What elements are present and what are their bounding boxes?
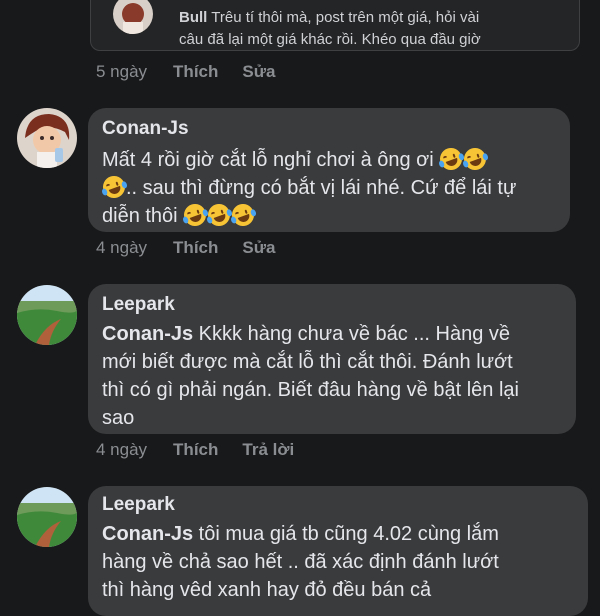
comment-leepark1-line4: sao — [102, 407, 135, 429]
like-button[interactable]: Thích — [173, 440, 218, 460]
comment-time[interactable]: 4 ngày — [96, 440, 147, 460]
quoted-avatar[interactable] — [113, 0, 153, 34]
quoted-body: Bull Trêu tí thôi mà, post trên một giá,… — [179, 7, 481, 51]
edit-button[interactable]: Sửa — [242, 238, 275, 258]
comment-author-leepark[interactable]: Leepark — [102, 294, 175, 316]
comment-conan-line2: .. sau thì đừng có bắt vị lái nhé. Cứ để… — [126, 177, 517, 199]
quoted-time[interactable]: 5 ngày — [96, 62, 147, 82]
comment-leepark1-line3: thì có gì phải ngán. Biết đâu hàng về bậ… — [102, 379, 519, 401]
rolling-laughing-emoji-icon — [461, 144, 490, 174]
reply-button[interactable]: Trả lời — [242, 440, 294, 460]
comment-bubble-leepark-1: Leepark Conan-Js Kkkk hàng chưa về bác .… — [88, 284, 576, 434]
quoted-like-button[interactable]: Thích — [173, 62, 218, 82]
quoted-text-line1: Trêu tí thôi mà, post trên một giá, hỏi … — [211, 9, 480, 26]
quoted-actions: 5 ngày Thích Sửa — [96, 62, 276, 82]
comment-conan-line1: Mất 4 rồi giờ cắt lỗ nghỉ chơi à ông ơi — [102, 149, 434, 171]
avatar-leepark[interactable] — [17, 487, 77, 547]
rolling-laughing-emoji-icon — [99, 172, 129, 202]
comment-bubble-conan: Conan-Js Mất 4 rồi giờ cắt lỗ nghỉ chơi … — [88, 108, 570, 232]
comment-author-conan[interactable]: Conan-Js — [102, 118, 189, 140]
rolling-laughing-emoji-icon — [205, 200, 234, 230]
comment-leepark2-line1: tôi mua giá tb cũng 4.02 cùng lắm — [193, 523, 499, 545]
comment-conan-line3: diễn thôi — [102, 205, 178, 227]
mention-link[interactable]: Conan-Js — [102, 323, 193, 345]
comment-bubble-leepark-2: Leepark Conan-Js tôi mua giá tb cũng 4.0… — [88, 486, 588, 616]
quoted-author[interactable]: Bull — [179, 9, 207, 26]
comment-text-leepark-1: Conan-Js Kkkk hàng chưa về bác ... Hàng … — [102, 320, 572, 432]
avatar-leepark[interactable] — [17, 285, 77, 345]
rolling-laughing-emoji-icon — [181, 200, 210, 230]
comment-text-leepark-2: Conan-Js tôi mua giá tb cũng 4.02 cùng l… — [102, 520, 582, 604]
quoted-comment: Bull Trêu tí thôi mà, post trên một giá,… — [90, 0, 580, 51]
avatar-conan[interactable] — [17, 108, 77, 168]
quoted-text-line2: câu đã lại một giá khác rồi. Khéo qua đầ… — [179, 31, 481, 48]
comment-leepark1-line1: Kkkk hàng chưa về bác ... Hàng về — [193, 323, 511, 345]
comment-leepark2-line2: hàng về chả sao hết .. đã xác định đánh … — [102, 551, 499, 573]
quoted-edit-button[interactable]: Sửa — [242, 62, 275, 82]
comment-text-conan: Mất 4 rồi giờ cắt lỗ nghỉ chơi à ông ơi … — [99, 144, 562, 230]
comment-actions-conan: 4 ngày Thích Sửa — [96, 238, 276, 258]
rolling-laughing-emoji-icon — [437, 144, 466, 174]
rolling-laughing-emoji-icon — [229, 200, 258, 230]
like-button[interactable]: Thích — [173, 238, 218, 258]
comment-leepark1-line2: mới biết được mà cắt lỗ thì cắt thôi. Đá… — [102, 351, 513, 373]
comment-actions-leepark-1: 4 ngày Thích Trả lời — [96, 440, 294, 460]
mention-link[interactable]: Conan-Js — [102, 523, 193, 545]
comment-author-leepark[interactable]: Leepark — [102, 494, 175, 516]
comment-time[interactable]: 4 ngày — [96, 238, 147, 258]
